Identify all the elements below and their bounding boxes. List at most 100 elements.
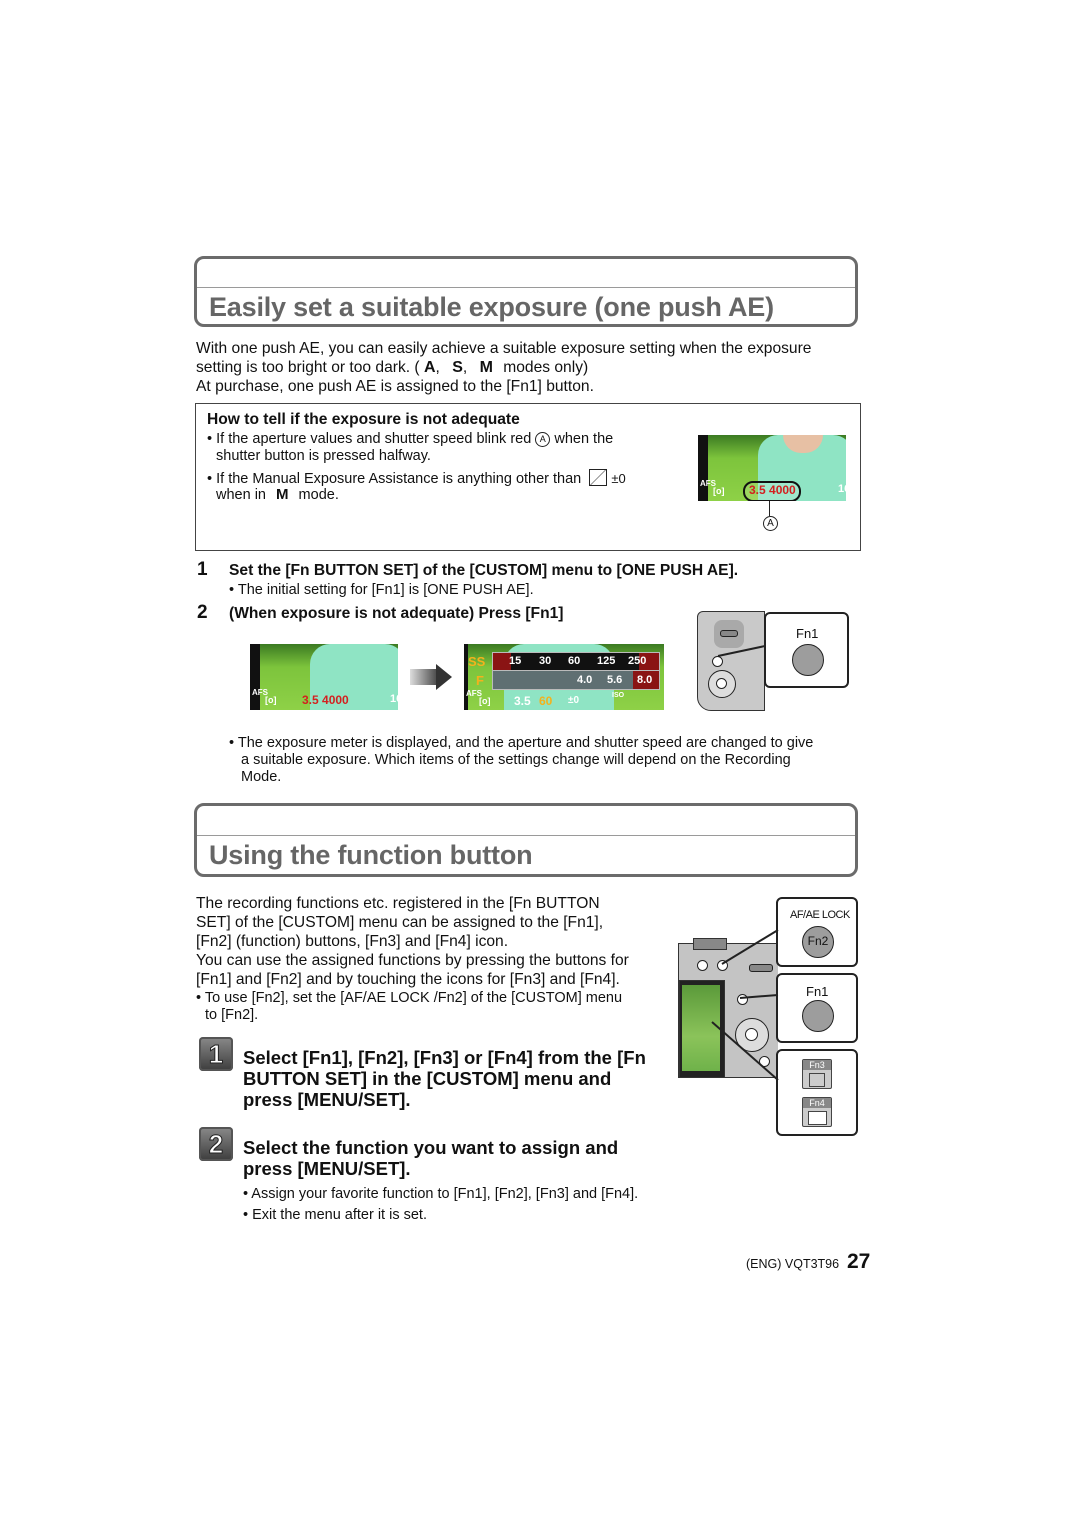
shutter-value: 4000 [322, 693, 349, 707]
marker-a-label: A [763, 516, 778, 531]
aperture-value: 3.5 4000 [302, 693, 349, 707]
menu-set-button [745, 1028, 758, 1041]
ss-tick: 60 [568, 655, 581, 667]
lcd-screen [682, 985, 720, 1071]
fn1-label: Fn1 [796, 626, 819, 641]
ss-tick: 15 [509, 655, 522, 667]
aperture-scale: 4.0 5.6 8.0 [492, 670, 660, 690]
header-rule [197, 835, 855, 836]
f-tick: 4.0 [577, 674, 593, 686]
info-bullet-2-cont: when in M mode. [216, 486, 339, 504]
result-note-line-2: a suitable exposure. Which items of the … [241, 752, 791, 768]
ss-tick: 125 [597, 655, 616, 667]
ss-label: SS [468, 654, 486, 669]
arrow-right-icon [410, 669, 438, 685]
big-step-1-line: press [MENU/SET]. [243, 1089, 411, 1110]
mode-a-icon: A [423, 359, 436, 376]
exposure-comp-icon [589, 469, 608, 486]
step-1-note: • The initial setting for [Fn1] is [ONE … [229, 582, 534, 598]
shutter-speed-scale: 15 30 60 125 250 [492, 652, 660, 672]
camera-illustration [697, 611, 765, 711]
camera-screen-after: SS F 15 30 60 125 250 4.0 5.6 8.0 AFS [o… [464, 644, 664, 710]
intro-text-post: modes only) [503, 359, 589, 376]
separator: , [435, 359, 440, 376]
fn4-touch-icon: Fn4 [802, 1097, 832, 1127]
big-step-2-note: • Exit the menu after it is set. [243, 1207, 427, 1223]
fn1-button-icon [792, 644, 824, 676]
intro-line-3: At purchase, one push AE is assigned to … [196, 378, 594, 395]
fn2-bullet-line-2: to [Fn2]. [205, 1007, 259, 1023]
extra-value: 16 [838, 483, 846, 495]
arrow-head [436, 664, 452, 690]
intro-text: setting is too bright or too dark. ( [196, 359, 420, 376]
section-title: Easily set a suitable exposure (one push… [209, 292, 774, 322]
fn4-glyph [808, 1111, 827, 1125]
afae-lock-label: AF/AE LOCK [790, 909, 850, 921]
fn1-physical-button [712, 656, 723, 667]
metering-icon: [o] [713, 486, 725, 496]
fn2-callout: AF/AE LOCK Fn2 [776, 897, 858, 967]
step-badge-1: 1 [199, 1037, 233, 1071]
section-header-function-button: Using the function button [194, 803, 858, 877]
fn4-label: Fn4 [803, 1098, 831, 1108]
bullet-text: • If the aperture values and shutter spe… [207, 431, 532, 447]
button-icon [759, 1056, 770, 1067]
big-step-1-line: Select [Fn1], [Fn2], [Fn3] or [Fn4] from… [243, 1047, 646, 1068]
mode-m-icon: M [276, 486, 289, 503]
fn1-button-icon [802, 1000, 834, 1032]
step-badge-2: 2 [199, 1127, 233, 1161]
callout-line [769, 501, 770, 516]
fn1-callout: Fn1 [776, 973, 858, 1043]
fn3-label: Fn3 [803, 1060, 831, 1070]
f-label: F [476, 673, 484, 688]
aperture-value: 3.5 4000 [749, 483, 796, 497]
fn2-button-icon: Fn2 [802, 926, 834, 958]
menu-set-button [716, 678, 727, 689]
info-bullet-1-cont: shutter button is pressed halfway. [216, 448, 431, 464]
fn1-label: Fn1 [806, 984, 829, 999]
header-rule [197, 287, 855, 288]
big-step-2-note: • Assign your favorite function to [Fn1]… [243, 1186, 639, 1202]
ss-tick: 30 [539, 655, 552, 667]
f-tick: 5.6 [607, 674, 623, 686]
screen-edge [698, 435, 708, 501]
document-code: (ENG) VQT3T96 [746, 1257, 840, 1271]
metering-icon: [o] [479, 696, 491, 706]
para-line: The recording functions etc. registered … [196, 895, 600, 912]
step-text-2: (When exposure is not adequate) Press [F… [229, 605, 564, 622]
fn2-physical-button [717, 960, 728, 971]
exposure-comp-value: ±0 [611, 471, 626, 486]
step-number-2: 2 [197, 602, 208, 623]
camera-screen-before: AFS [o] 3.5 4000 16 [250, 644, 398, 710]
para-line: [Fn2] (function) buttons, [Fn3] and [Fn4… [196, 933, 509, 950]
fn3-touch-icon: Fn3 [802, 1059, 832, 1089]
fn3-glyph [809, 1073, 825, 1087]
metering-icon: [o] [265, 695, 277, 705]
intro-line-2: setting is too bright or too dark. ( A, … [196, 359, 588, 378]
shutter-value: 60 [539, 694, 553, 708]
button-icon [697, 960, 708, 971]
f-tick: 8.0 [637, 674, 653, 686]
viewfinder-hump [693, 938, 727, 950]
camera-back-illustration [678, 938, 778, 1078]
ss-tick: 250 [628, 655, 647, 667]
bullet-text-post: mode. [298, 487, 339, 503]
separator: , [462, 359, 468, 376]
fn3-fn4-callout: Fn3 Fn4 [776, 1049, 858, 1136]
mode-s-icon: S [452, 359, 463, 376]
step-number-1: 1 [197, 559, 208, 580]
iso-label: ISO [612, 692, 625, 699]
para-line: SET] of the [CUSTOM] menu can be assigne… [196, 914, 604, 931]
result-note-line-1: • The exposure meter is displayed, and t… [229, 735, 814, 751]
shutter-value: 4000 [769, 483, 796, 497]
mode-m-icon: M [479, 359, 493, 376]
fn1-callout: Fn1 [764, 612, 849, 688]
big-step-1-line: BUTTON SET] in the [CUSTOM] menu and [243, 1068, 612, 1089]
camera-screen-blinking: AFS [o] 3.5 4000 16 [698, 435, 846, 501]
result-note-line-3: Mode. [241, 769, 282, 785]
big-step-2-line: Select the function you want to assign a… [243, 1137, 619, 1158]
step-text-1: Set the [Fn BUTTON SET] of the [CUSTOM] … [229, 562, 739, 579]
bullet-text: when in [216, 487, 266, 503]
control-dial-icon [720, 630, 738, 637]
bullet-text: • If the Manual Exposure Assistance is a… [207, 471, 582, 487]
